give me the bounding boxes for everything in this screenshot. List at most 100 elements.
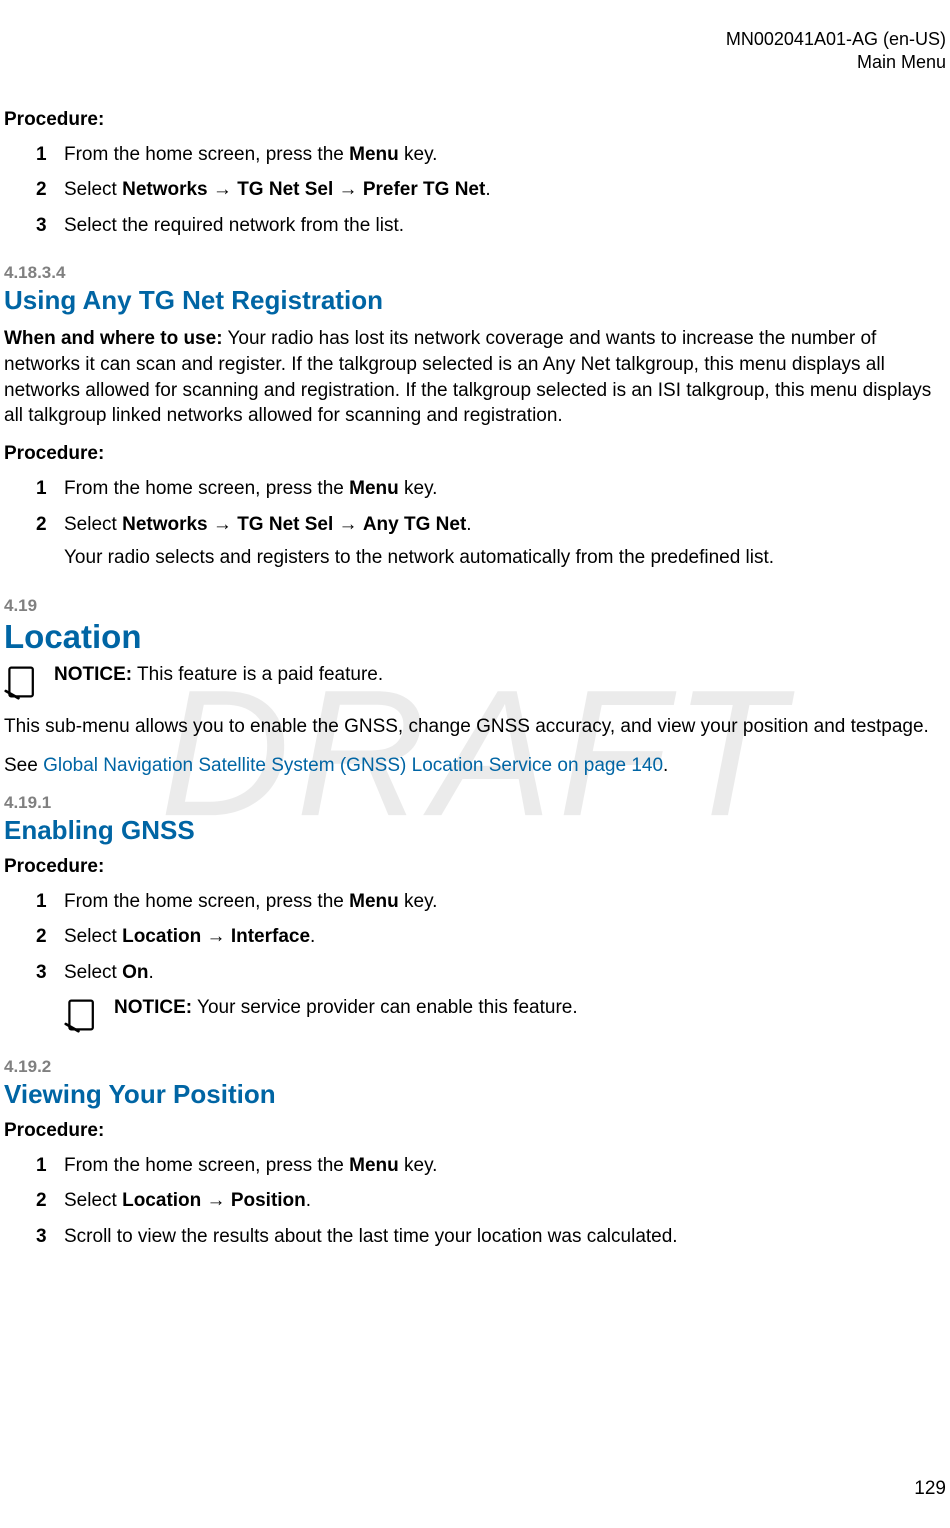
body-paragraph: When and where to use: Your radio has lo… (4, 326, 946, 429)
step-text: From the home screen, press the Menu key… (64, 144, 437, 165)
text-fragment: → (201, 926, 231, 947)
notice-label: NOTICE: (114, 997, 192, 1018)
step-text: Select the required network from the lis… (64, 215, 404, 236)
step-text: Select Networks → TG Net Sel → Prefer TG… (64, 179, 491, 200)
notice-block: NOTICE: This feature is a paid feature. (4, 662, 946, 700)
list-item: 3 Scroll to view the results about the l… (36, 1223, 946, 1251)
step-text: From the home screen, press the Menu key… (64, 891, 437, 912)
step-number: 3 (36, 1223, 47, 1251)
step-number: 1 (36, 475, 47, 503)
section-title: Viewing Your Position (4, 1079, 946, 1110)
text-fragment: Your service provider can enable this fe… (192, 997, 578, 1018)
procedure-steps-41834: 1 From the home screen, press the Menu k… (4, 475, 946, 572)
bold-text: Networks (122, 514, 208, 535)
doc-id: MN002041A01-AG (en-US) (0, 28, 946, 51)
step-number: 1 (36, 141, 47, 169)
step-number: 3 (36, 959, 47, 987)
bold-text: Location (122, 926, 201, 947)
list-item: 1 From the home screen, press the Menu k… (36, 1152, 946, 1180)
bold-text: Location (122, 1190, 201, 1211)
text-fragment: Select (64, 962, 122, 983)
list-item: 1 From the home screen, press the Menu k… (36, 475, 946, 503)
procedure-steps-top: 1 From the home screen, press the Menu k… (4, 141, 946, 240)
bold-text: Menu (349, 478, 399, 499)
chapter-name: Main Menu (0, 51, 946, 74)
step-number: 1 (36, 1152, 47, 1180)
bold-text: Position (231, 1190, 306, 1211)
bold-text: On (122, 962, 148, 983)
procedure-label: Procedure: (4, 109, 946, 131)
text-fragment: Select (64, 926, 122, 947)
section-title: Using Any TG Net Registration (4, 285, 946, 316)
bold-text: Menu (349, 891, 399, 912)
cross-reference-link[interactable]: Global Navigation Satellite System (GNSS… (43, 755, 663, 776)
notice-icon (64, 997, 100, 1033)
page-header: MN002041A01-AG (en-US) Main Menu (0, 28, 950, 75)
step-subtext: Your radio selects and registers to the … (64, 544, 946, 572)
list-item: 2 Select Networks → TG Net Sel → Any TG … (36, 511, 946, 572)
list-item: 2 Select Location → Position. (36, 1187, 946, 1215)
section-number: 4.19.1 (4, 793, 946, 813)
body-paragraph: This sub-menu allows you to enable the G… (4, 714, 946, 740)
text-fragment: Select (64, 514, 122, 535)
notice-text: NOTICE: Your service provider can enable… (114, 995, 578, 1021)
bold-text: Interface (231, 926, 310, 947)
text-fragment: → (333, 514, 363, 535)
text-fragment: → (201, 1190, 231, 1211)
step-text: Scroll to view the results about the las… (64, 1226, 678, 1247)
bold-text: Networks (122, 179, 208, 200)
procedure-label: Procedure: (4, 856, 946, 878)
page-content: Procedure: 1 From the home screen, press… (0, 109, 950, 1250)
procedure-label: Procedure: (4, 443, 946, 465)
text-fragment: From the home screen, press the (64, 478, 349, 499)
text-fragment: . (466, 514, 471, 535)
step-text: Select Location → Position. (64, 1190, 311, 1211)
text-fragment: → (208, 514, 238, 535)
list-item: 3 Select the required network from the l… (36, 212, 946, 240)
bold-text: Menu (349, 144, 399, 165)
bold-text: Prefer TG Net (363, 179, 485, 200)
step-text: Select Location → Interface. (64, 926, 315, 947)
page-container: DRAFT MN002041A01-AG (en-US) Main Menu P… (0, 0, 950, 1528)
list-item: 2 Select Networks → TG Net Sel → Prefer … (36, 176, 946, 204)
bold-text: TG Net Sel (237, 514, 333, 535)
notice-icon (4, 664, 40, 700)
text-fragment: From the home screen, press the (64, 891, 349, 912)
text-fragment: . (485, 179, 490, 200)
procedure-label: Procedure: (4, 1120, 946, 1142)
list-item: 1 From the home screen, press the Menu k… (36, 141, 946, 169)
step-text: Select On. (64, 962, 154, 983)
text-fragment: . (306, 1190, 311, 1211)
section-number: 4.19.2 (4, 1057, 946, 1077)
text-fragment: . (148, 962, 153, 983)
step-number: 2 (36, 1187, 47, 1215)
text-fragment: See (4, 755, 43, 776)
text-fragment: → (208, 179, 238, 200)
bold-text: Menu (349, 1155, 399, 1176)
bold-text: Any TG Net (363, 514, 466, 535)
procedure-steps-4191: 1 From the home screen, press the Menu k… (4, 888, 946, 987)
notice-label: NOTICE: (54, 664, 132, 685)
text-fragment: From the home screen, press the (64, 1155, 349, 1176)
text-fragment: key. (399, 1155, 438, 1176)
text-fragment: This feature is a paid feature. (132, 664, 383, 685)
section-title: Location (4, 618, 946, 656)
step-text: From the home screen, press the Menu key… (64, 1155, 437, 1176)
list-item: 3 Select On. (36, 959, 946, 987)
text-fragment: key. (399, 478, 438, 499)
body-paragraph: See Global Navigation Satellite System (… (4, 753, 946, 779)
text-fragment: key. (399, 891, 438, 912)
text-fragment: . (663, 755, 668, 776)
section-title: Enabling GNSS (4, 815, 946, 846)
step-number: 2 (36, 176, 47, 204)
text-fragment: . (310, 926, 315, 947)
step-number: 2 (36, 511, 47, 539)
step-number: 1 (36, 888, 47, 916)
list-item: 2 Select Location → Interface. (36, 923, 946, 951)
page-number: 129 (914, 1478, 946, 1500)
bold-text: TG Net Sel (237, 179, 333, 200)
section-number: 4.19 (4, 596, 946, 616)
step-number: 2 (36, 923, 47, 951)
text-fragment: Select (64, 179, 122, 200)
text-fragment: key. (399, 144, 438, 165)
